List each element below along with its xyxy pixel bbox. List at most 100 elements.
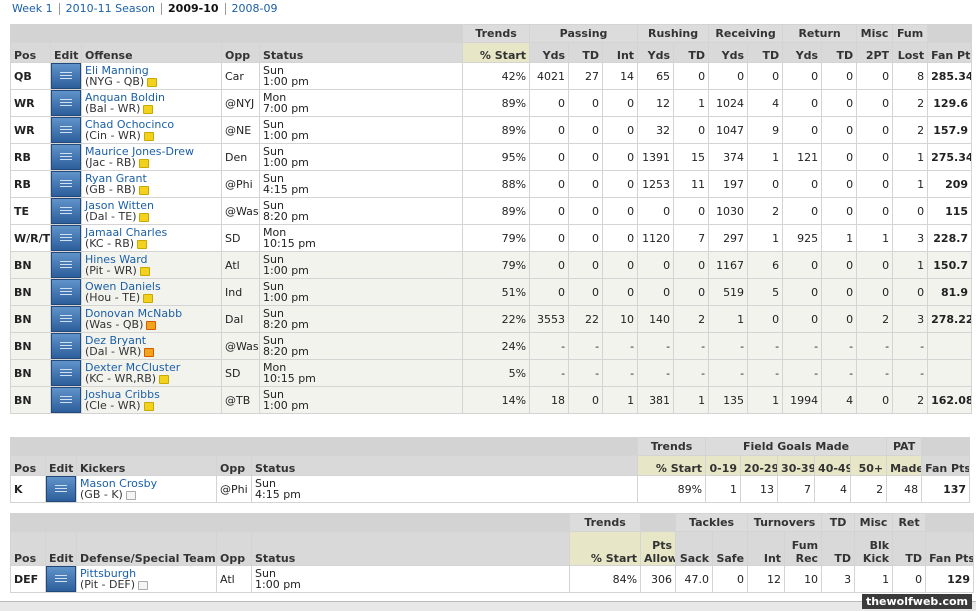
- edit-icon[interactable]: [51, 117, 81, 143]
- col-offense[interactable]: Offense: [81, 42, 222, 63]
- position-cell: RB: [10, 170, 51, 198]
- opponent-cell: Atl: [221, 251, 260, 279]
- col-td[interactable]: TD: [821, 531, 856, 566]
- col-fg-40-49[interactable]: 40-49: [814, 455, 852, 476]
- col-fum-lost[interactable]: Lost: [892, 42, 929, 63]
- edit-icon[interactable]: [51, 171, 81, 197]
- col-fg-30-39[interactable]: 30-39: [777, 455, 816, 476]
- nav-season-2008[interactable]: 2008-09: [226, 3, 284, 15]
- edit-icon[interactable]: [51, 90, 81, 116]
- col-rush-yds[interactable]: Yds: [637, 42, 675, 63]
- table-row: WR Chad Ochocinco (Cin - WR) @NE Sun 1:00 pm 8…: [10, 116, 973, 144]
- col-fg-20-29[interactable]: 20-29: [740, 455, 779, 476]
- player-cell: Chad Ochocinco (Cin - WR): [81, 116, 222, 144]
- player-note-icon[interactable]: [143, 293, 154, 303]
- col-pass-int[interactable]: Int: [602, 42, 639, 63]
- stat-cell: 297: [708, 224, 749, 252]
- player-team-line: (GB - RB): [85, 184, 218, 195]
- col-pass-td[interactable]: TD: [568, 42, 604, 63]
- stat-cell: 0: [892, 278, 929, 306]
- group-td: TD: [821, 513, 856, 532]
- player-note-icon[interactable]: [138, 158, 149, 168]
- col-ret-yds[interactable]: Yds: [782, 42, 823, 63]
- col-pat-made[interactable]: Made: [886, 455, 923, 476]
- col-blk-kick[interactable]: Blk Kick: [854, 531, 894, 566]
- group-tackles: Tackles: [675, 513, 749, 532]
- col-int[interactable]: Int: [747, 531, 786, 566]
- col-fan-pts[interactable]: Fan Pts: [925, 531, 975, 566]
- edit-icon[interactable]: [51, 198, 81, 224]
- edit-icon[interactable]: [51, 306, 81, 332]
- col-pct-start[interactable]: % Start: [569, 531, 642, 566]
- stat-cell: 89%: [462, 197, 531, 225]
- player-note-icon[interactable]: [139, 266, 150, 276]
- col-sack[interactable]: Sack: [675, 531, 714, 566]
- col-pts-allow[interactable]: Pts Allow: [640, 531, 677, 566]
- edit-icon[interactable]: [51, 63, 81, 89]
- stat-cell: 0: [856, 278, 894, 306]
- new-note-icon[interactable]: [144, 347, 155, 357]
- player-note-icon[interactable]: [137, 239, 148, 249]
- player-team: (Cin - WR): [85, 129, 141, 142]
- col-fum-rec[interactable]: Fum Rec: [784, 531, 823, 566]
- game-time: 1:00 pm: [263, 264, 309, 277]
- table-row: W/R/T Jamaal Charles (KC - RB) SD Mon 10:15 p…: [10, 224, 973, 252]
- player-note-icon[interactable]: [143, 104, 154, 114]
- new-note-icon[interactable]: [146, 320, 157, 330]
- col-safe[interactable]: Safe: [712, 531, 749, 566]
- col-pct-start[interactable]: % Start: [637, 455, 707, 476]
- edit-icon[interactable]: [51, 387, 81, 413]
- col-fan-pts[interactable]: Fan Pts: [927, 42, 973, 63]
- player-team-line: (Jac - RB): [85, 157, 218, 168]
- fan-pts-cell: [927, 359, 973, 387]
- col-sack-label: Sack: [679, 552, 710, 565]
- col-pts-allow-bottom: Allow: [644, 552, 676, 565]
- player-note-icon[interactable]: [139, 212, 150, 222]
- col-pct-start[interactable]: % Start: [462, 42, 531, 63]
- col-fg-0-19[interactable]: 0-19: [705, 455, 742, 476]
- player-note-icon[interactable]: [147, 77, 158, 87]
- empty-note-icon[interactable]: [138, 580, 149, 590]
- empty-note-icon[interactable]: [125, 490, 136, 500]
- edit-icon[interactable]: [51, 225, 81, 251]
- stat-cell: 15: [673, 143, 710, 171]
- player-note-icon[interactable]: [143, 401, 154, 411]
- edit-icon[interactable]: [51, 360, 81, 386]
- stat-cell: 0: [856, 386, 894, 414]
- col-kickers[interactable]: Kickers: [76, 455, 217, 476]
- edit-cell: [50, 278, 82, 306]
- stat-cell: -: [821, 359, 858, 387]
- stat-cell: -: [892, 359, 929, 387]
- edit-icon[interactable]: [51, 279, 81, 305]
- col-safe-label: Safe: [716, 552, 745, 565]
- col-misc-2pt[interactable]: 2PT: [856, 42, 894, 63]
- edit-icon[interactable]: [51, 252, 81, 278]
- player-note-icon[interactable]: [143, 131, 154, 141]
- player-note-icon[interactable]: [159, 374, 170, 384]
- edit-icon[interactable]: [46, 566, 76, 592]
- col-rec-td[interactable]: TD: [747, 42, 784, 63]
- stat-cell: 0: [673, 62, 710, 90]
- col-ret-td[interactable]: TD: [892, 531, 927, 566]
- col-fan-pts[interactable]: Fan Pts: [921, 455, 971, 476]
- position-cell: BN: [10, 278, 51, 306]
- col-rush-td[interactable]: TD: [673, 42, 710, 63]
- edit-icon[interactable]: [51, 333, 81, 359]
- player-cell: Donovan McNabb (Was - QB): [81, 305, 222, 333]
- col-ret-td[interactable]: TD: [821, 42, 858, 63]
- player-note-icon[interactable]: [138, 185, 149, 195]
- nav-week1[interactable]: Week 1: [12, 3, 60, 15]
- col-pass-yds[interactable]: Yds: [529, 42, 570, 63]
- col-fg-50-plus[interactable]: 50+: [850, 455, 888, 476]
- position-cell: BN: [10, 305, 51, 333]
- edit-icon[interactable]: [46, 476, 76, 502]
- edit-icon[interactable]: [51, 144, 81, 170]
- stat-cell: 197: [708, 170, 749, 198]
- col-defense[interactable]: Defense/Special Teams: [76, 531, 217, 566]
- nav-season-2010[interactable]: 2010-11 Season: [60, 3, 163, 15]
- player-cell: Dexter McCluster (KC - WR,RB): [81, 359, 222, 387]
- opponent-cell: @Phi: [221, 170, 260, 198]
- col-rec-yds[interactable]: Yds: [708, 42, 749, 63]
- group-ret: Ret: [892, 513, 927, 532]
- stat-cell: 0: [568, 278, 604, 306]
